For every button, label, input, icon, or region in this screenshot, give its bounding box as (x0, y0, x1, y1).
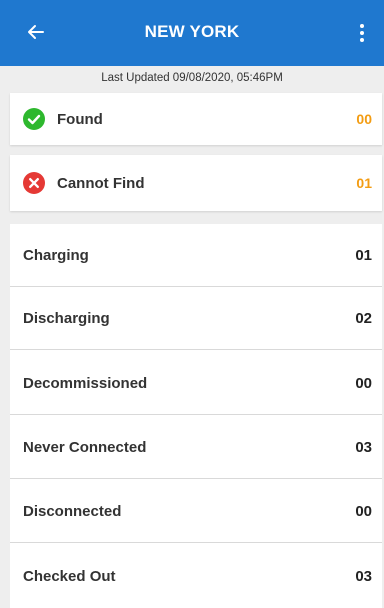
arrow-back-icon[interactable] (22, 18, 50, 46)
list-item-label: Charging (23, 246, 89, 264)
list-item-count: 03 (355, 568, 372, 585)
status-card-found[interactable]: Found 00 (10, 93, 382, 145)
list-item-label: Disconnected (23, 502, 122, 520)
status-card-cannot-find[interactable]: Cannot Find 01 (10, 155, 382, 211)
last-updated-text: Last Updated 09/08/2020, 05:46PM (101, 72, 283, 84)
list-item-count: 01 (355, 246, 372, 264)
check-circle-icon (23, 108, 45, 130)
list-item[interactable]: Charging 01 (10, 224, 382, 287)
status-count-found: 00 (356, 111, 372, 127)
status-label-cannot-find: Cannot Find (57, 174, 145, 192)
list-item-count: 02 (355, 309, 372, 327)
list-item-label: Never Connected (23, 438, 147, 456)
list-item-count: 00 (355, 374, 372, 392)
list-item-label: Checked Out (23, 568, 116, 585)
list-item[interactable]: Checked Out 03 (10, 545, 382, 608)
list-item-count: 00 (355, 502, 372, 520)
list-item-count: 03 (355, 438, 372, 456)
status-count-list: Charging 01 Discharging 02 Decommissione… (10, 224, 382, 608)
app-bar: NEW YORK (0, 0, 384, 66)
list-item-label: Decommissioned (23, 374, 148, 392)
list-item-label: Discharging (23, 309, 110, 327)
list-item[interactable]: Disconnected 00 (10, 480, 382, 543)
x-circle-icon (23, 172, 45, 194)
list-item[interactable]: Discharging 02 (10, 287, 382, 350)
status-label-found: Found (57, 110, 103, 128)
page-title: NEW YORK (144, 22, 240, 41)
more-vertical-icon[interactable] (350, 18, 374, 48)
list-item[interactable]: Never Connected 03 (10, 416, 382, 479)
status-count-cannot-find: 01 (356, 175, 372, 191)
list-item[interactable]: Decommissioned 00 (10, 352, 382, 415)
